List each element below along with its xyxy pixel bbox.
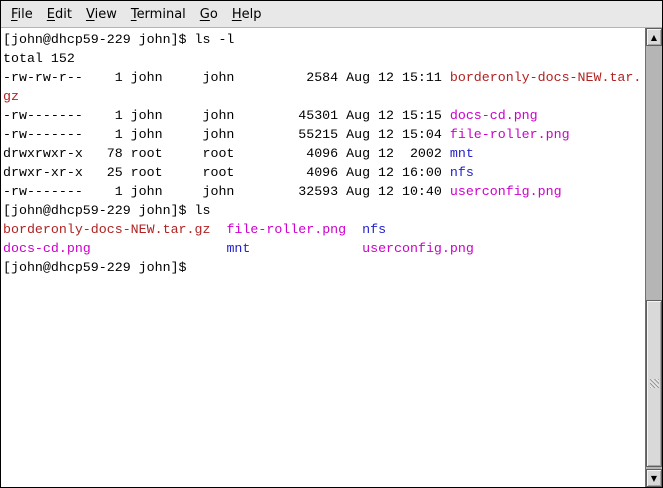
terminal-text-segment: gz [3,89,19,104]
terminal-text-segment: docs-cd.png [3,241,91,256]
terminal-line: drwxrwxr-x 78 root root 4096 Aug 12 2002… [3,144,645,163]
terminal-text-segment: -rw------- 1 john john 45301 Aug 12 15:1… [3,108,450,123]
scrollbar-grip-icon [650,379,659,388]
terminal-text-segment: -rw------- 1 john john 32593 Aug 12 10:4… [3,184,450,199]
menu-item-view[interactable]: View [79,4,124,25]
terminal-line: -rw------- 1 john john 55215 Aug 12 15:0… [3,125,645,144]
terminal-text-segment: borderonly-docs-NEW.tar.gz [3,222,210,237]
terminal-output[interactable]: [john@dhcp59-229 john]$ ls -l total 152 -r… [1,28,645,487]
menu-item-label: V [86,7,95,22]
terminal-text-segment [91,241,227,256]
scroll-up-icon: ▲ [651,33,657,42]
menu-item-label: iew [95,7,117,22]
terminal-line: -rw------- 1 john john 45301 Aug 12 15:1… [3,106,645,125]
terminal-text-segment: docs-cd.png [450,108,538,123]
terminal-text-segment: total 152 [3,51,75,66]
terminal-line: [john@dhcp59-229 john]$ [3,258,645,277]
menu-item-label: E [47,7,55,22]
terminal-line: [john@dhcp59-229 john]$ ls [3,201,645,220]
scroll-down-icon: ▼ [651,474,657,483]
terminal-text-segment: [john@dhcp59-229 john]$ [3,260,187,275]
menu-item-label: erminal [137,7,186,22]
terminal-text-segment: -rw-rw-r-- 1 john john 2584 Aug 12 15:11 [3,70,450,85]
menu-item-terminal[interactable]: Terminal [124,4,193,25]
menu-item-go[interactable]: Go [193,4,225,25]
terminal-window: FileEditViewTerminalGoHelp [john@dhcp59-… [0,0,663,488]
terminal-text-segment: nfs [362,222,386,237]
menu-item-edit[interactable]: Edit [40,4,79,25]
terminal-text-segment: file-roller.png [226,222,346,237]
terminal-line: docs-cd.png mnt userconfig.png [3,239,645,258]
terminal-text-segment: -rw------- 1 john john 55215 Aug 12 15:0… [3,127,450,142]
menu-bar: FileEditViewTerminalGoHelp [1,1,662,28]
terminal-line: gz [3,87,645,106]
terminal-text-segment: [john@dhcp59-229 john]$ ls [3,203,210,218]
terminal-line: [john@dhcp59-229 john]$ ls -l [3,30,645,49]
terminal-text-segment: nfs [450,165,474,180]
terminal-text-segment: userconfig.png [362,241,474,256]
terminal-line: -rw------- 1 john john 32593 Aug 12 10:4… [3,182,645,201]
terminal-text-segment [346,222,362,237]
terminal-text-segment: drwxrwxr-x 78 root root 4096 Aug 12 2002 [3,146,450,161]
scroll-down-button[interactable]: ▼ [646,469,662,487]
terminal-text-segment [250,241,362,256]
menu-item-label: H [232,7,242,22]
terminal-text-segment: drwxr-xr-x 25 root root 4096 Aug 12 16:0… [3,165,450,180]
terminal-text-segment: [john@dhcp59-229 john]$ ls -l [3,32,234,47]
terminal-text-segment [210,222,226,237]
scrollbar-trough[interactable] [646,46,662,469]
terminal-text-segment: mnt [450,146,474,161]
scrollbar[interactable]: ▲ ▼ [645,28,662,487]
menu-item-label: elp [242,7,262,22]
terminal-line: total 152 [3,49,645,68]
scroll-up-button[interactable]: ▲ [646,28,662,46]
terminal-line: -rw-rw-r-- 1 john john 2584 Aug 12 15:11… [3,68,645,87]
menu-item-label: ile [18,7,33,22]
menu-item-label: dit [55,7,72,22]
menu-item-label: G [200,7,210,22]
terminal-line: drwxr-xr-x 25 root root 4096 Aug 12 16:0… [3,163,645,182]
menu-item-file[interactable]: File [4,4,40,25]
terminal-line: borderonly-docs-NEW.tar.gz file-roller.p… [3,220,645,239]
terminal-text-segment: mnt [226,241,250,256]
menu-item-help[interactable]: Help [225,4,269,25]
terminal-text-segment: file-roller.png [450,127,570,142]
window-content: [john@dhcp59-229 john]$ ls -l total 152 -r… [1,28,662,487]
menu-item-label: o [210,7,218,22]
terminal-text-segment: userconfig.png [450,184,562,199]
terminal-text-segment: borderonly-docs-NEW.tar. [450,70,642,85]
scrollbar-thumb[interactable] [646,300,662,467]
